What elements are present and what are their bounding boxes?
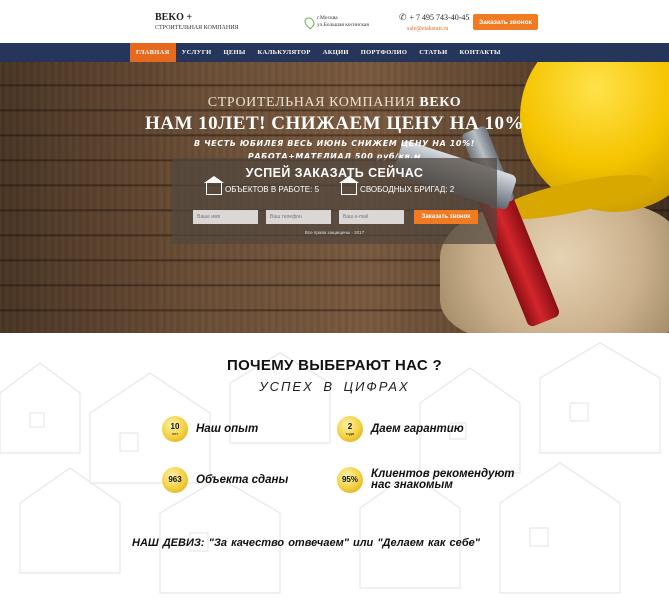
contact-block: ✆ + 7 495 743-40-45 sale@etakstati.ru	[399, 12, 469, 32]
copyright-text: Все права защищены · 2017	[304, 230, 365, 235]
badge-number: 95%	[341, 475, 358, 484]
why-us-title: ПОЧЕМУ ВЫБЕРАЮТ НАС ?	[227, 357, 442, 374]
badge-unit: года	[345, 430, 355, 436]
stat-brigades: СВОБОДНЫХ БРИГАД: 2	[339, 176, 455, 195]
order-form-stats: ОБЪЕКТОВ В РАБОТЕ: 5 СВОБОДНЫХ БРИГАД: 2	[204, 176, 455, 195]
badge-unit: лет	[171, 430, 179, 436]
feature-experience: 10 лет Наш опыт	[162, 416, 258, 442]
badge-number: 963	[168, 475, 182, 484]
nav-item-articles[interactable]: СТАТЬИ	[413, 43, 453, 62]
hero-headline: НАМ 10ЛЕТ! СНИЖАЕМ ЦЕНУ НА 10%	[144, 113, 525, 134]
nav-item-portfolio[interactable]: ПОРТФОЛИО	[355, 43, 413, 62]
stat-objects-text: ОБЪЕКТОВ В РАБОТЕ: 5	[225, 184, 320, 194]
badge-number: 2	[347, 421, 353, 431]
phone-icon: ✆	[399, 12, 407, 22]
logo-subtitle: СТРОИТЕЛЬНАЯ КОМПАНИЯ	[155, 25, 239, 31]
nav-item-services[interactable]: УСЛУГИ	[176, 43, 218, 62]
gold-badge: 2 года	[337, 416, 363, 442]
feature-label: Объекта сданы	[196, 473, 289, 486]
badge-number: 10	[170, 421, 180, 431]
nav-item-contacts[interactable]: КОНТАКТЫ	[454, 43, 507, 62]
stat-brigades-text: СВОБОДНЫХ БРИГАД: 2	[360, 184, 455, 194]
nav-item-prices[interactable]: ЦЕНЫ	[218, 43, 252, 62]
order-submit-button[interactable]: Заказать звонок	[414, 210, 478, 224]
feature-label: Клиентов рекомендуют нас знакомым	[371, 468, 515, 491]
nav-item-calculator[interactable]: КАЛЬКУЛЯТОР	[252, 43, 317, 62]
address-block: г.Москва ул.Большая косинская	[302, 15, 369, 30]
gold-badge: 963	[162, 467, 188, 493]
house-icon	[339, 176, 360, 195]
feature-label: Наш опыт	[196, 422, 259, 435]
gold-badge: 95%	[337, 467, 363, 493]
house-icon	[204, 176, 224, 195]
nav-item-home[interactable]: ГЛАВНАЯ	[130, 43, 176, 62]
main-nav: ГЛАВНАЯ УСЛУГИ ЦЕНЫ КАЛЬКУЛЯТОР АКЦИИ ПО…	[0, 43, 669, 62]
feature-recommend: 95% Клиентов рекомендуют нас знакомым	[337, 467, 531, 493]
why-us-subtitle: УСПЕХ В ЦИФРАХ	[259, 379, 410, 394]
name-input[interactable]: Ваше имя	[193, 210, 258, 224]
gold-badge: 10 лет	[162, 416, 188, 442]
address-line-2: ул.Большая косинская	[317, 22, 369, 28]
company-motto: НАШ ДЕВИЗ: "За качество отвечаем" или "Д…	[132, 537, 480, 549]
hero-company-brand: ВЕКО	[419, 95, 462, 110]
call-request-button[interactable]: Заказать звонок	[473, 14, 538, 30]
phone-number[interactable]: + 7 495 743-40-45	[410, 13, 470, 22]
email-link[interactable]: sale@etakstati.ru	[407, 26, 469, 32]
hero-promo-line: В ЧЕСТЬ ЮБИЛЕЯ ВЕСЬ ИЮНЬ СНИЖЕМ ЦЕНУ НА …	[194, 139, 475, 148]
stat-objects: ОБЪЕКТОВ В РАБОТЕ: 5	[204, 176, 320, 195]
feature-label: Даем гарантию	[371, 422, 464, 435]
address-line-1: г.Москва	[317, 15, 338, 21]
why-us-section: ПОЧЕМУ ВЫБЕРАЮТ НАС ? УСПЕХ В ЦИФРАХ 10 …	[0, 333, 669, 600]
feature-warranty: 2 года Даем гарантию	[337, 416, 464, 442]
hero-company-prefix: СТРОИТЕЛЬНАЯ КОМПАНИЯ	[207, 95, 416, 110]
site-header: BEKO + СТРОИТЕЛЬНАЯ КОМПАНИЯ г.Москва ул…	[0, 0, 669, 43]
phone-input[interactable]: Ваш телефон	[266, 210, 331, 224]
hero-company-line: СТРОИТЕЛЬНАЯ КОМПАНИЯ ВЕКО	[0, 95, 669, 111]
order-form-fields: Ваше имя Ваш телефон Ваш e-mail Заказать…	[193, 210, 478, 224]
feature-projects: 963 Объекта сданы	[162, 467, 288, 493]
map-pin-icon	[302, 15, 317, 30]
logo-title[interactable]: BEKO +	[155, 12, 192, 23]
email-input[interactable]: Ваш e-mail	[339, 210, 404, 224]
nav-item-promotions[interactable]: АКЦИИ	[317, 43, 355, 62]
order-form-title: УСПЕЙ ЗАКАЗАТЬ СЕЙЧАС	[245, 166, 424, 180]
